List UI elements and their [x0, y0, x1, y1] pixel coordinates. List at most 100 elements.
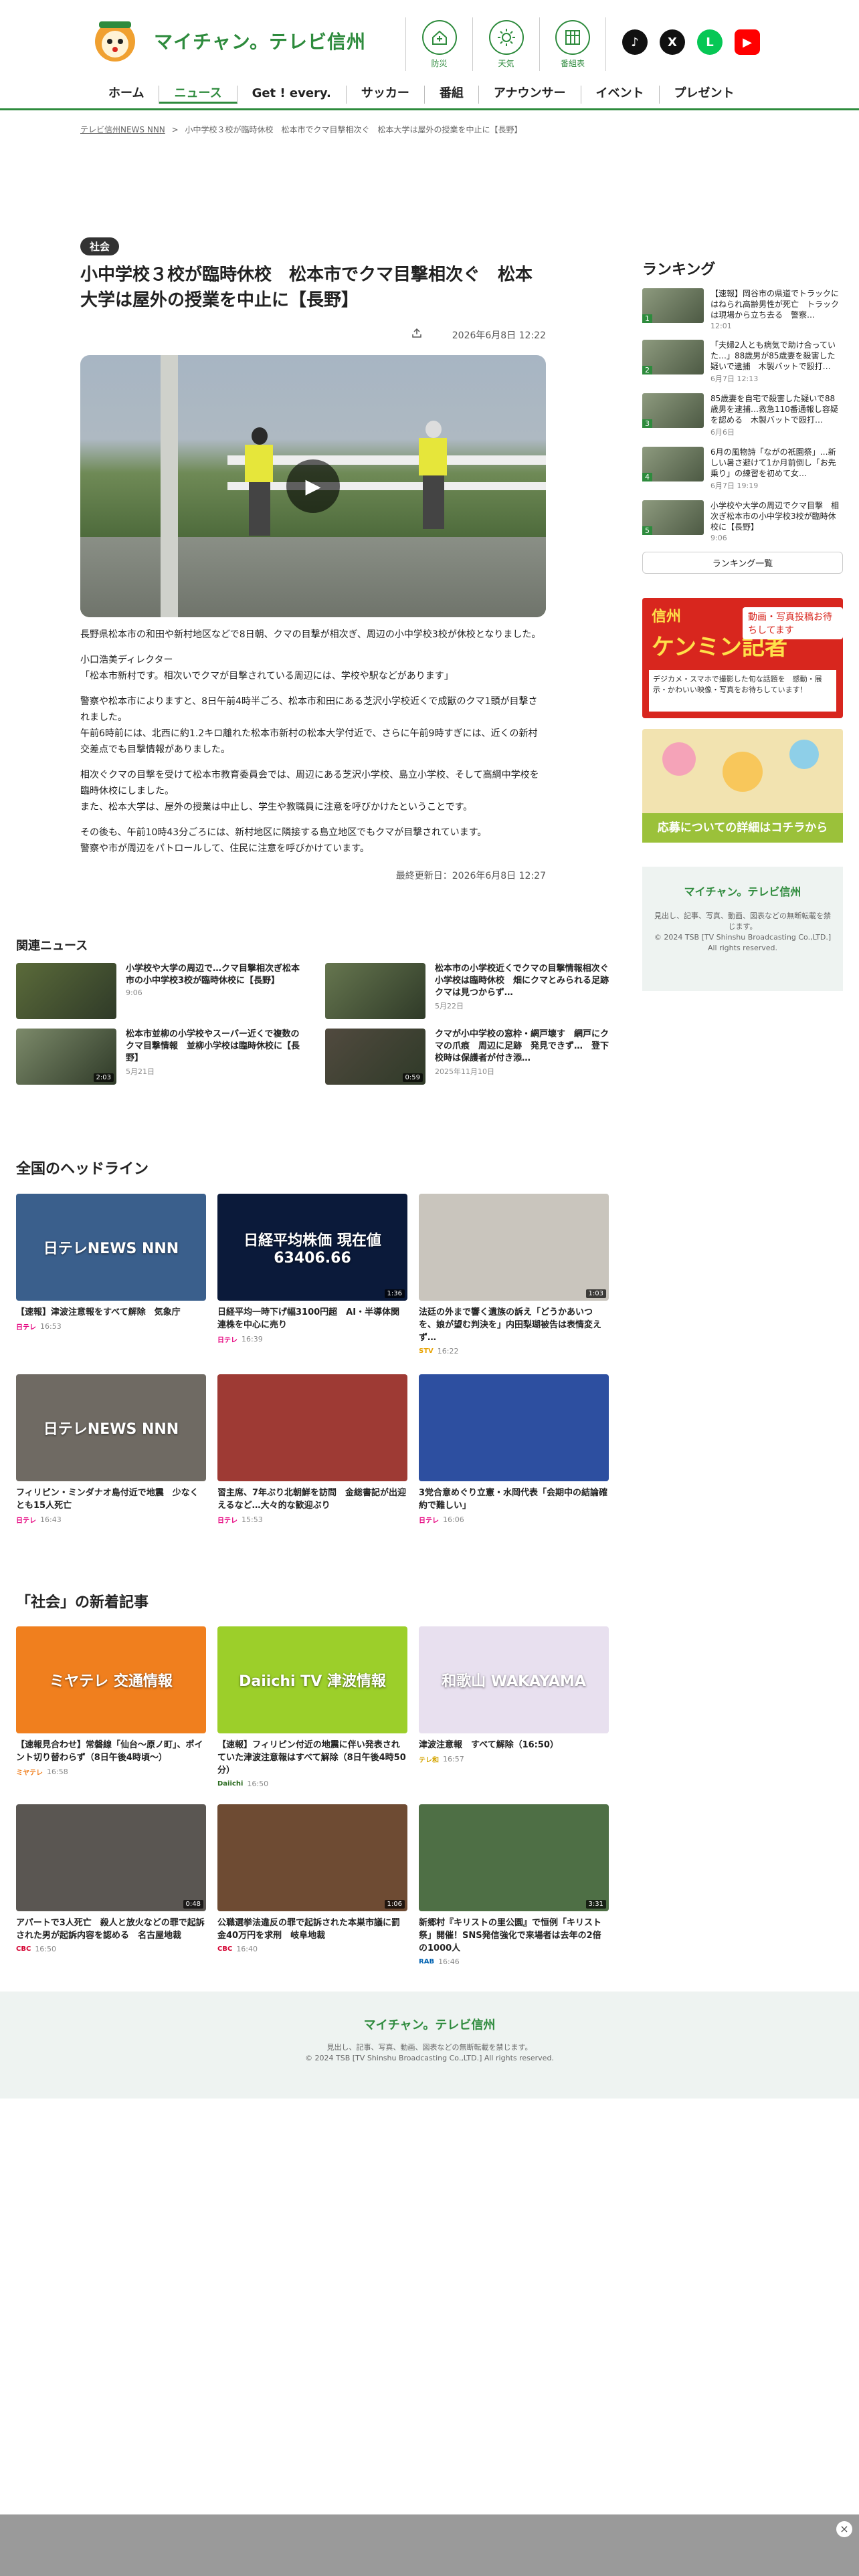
news-card[interactable]: Daiichi TV 津波情報 【速報】フィリピン付近の地震に伴い発表されていた津…	[217, 1626, 407, 1788]
nav-news[interactable]: ニュース	[159, 86, 237, 104]
ad1-line1: 信州	[652, 609, 682, 625]
news-card-title: 津波注意報 すべて解除（16:50）	[419, 1740, 559, 1750]
site-footer: マイチャン。テレビ信州 見出し、記事、写真、動画、図表などの無断転載を禁じます。…	[0, 1992, 859, 2099]
video-player[interactable]: ▶	[80, 355, 546, 617]
bousai-label: 防災	[431, 58, 448, 68]
source-logo: 日テレ	[16, 1517, 36, 1525]
nav-event[interactable]: イベント	[581, 86, 660, 104]
ranking-item[interactable]: 2 「夫婦2人とも病気で助け合っていた…」88歳男が85歳妻を殺害した疑いで逮捕 …	[642, 340, 843, 384]
nav-get-every[interactable]: Get ! every.	[237, 86, 347, 104]
related-date: 9:06	[126, 988, 142, 997]
share-icon[interactable]	[411, 328, 422, 341]
news-card-title: 公職選挙法違反の罪で起訴された本巣市議に罰金40万円を求刑 岐阜地裁	[217, 1918, 401, 1941]
news-card[interactable]: ミヤテレ 交通情報 【速報見合わせ】常磐線「仙台～原ノ町」、ポイント切り替わらず（…	[16, 1626, 206, 1788]
news-card-meta: CBC 16:40	[217, 1945, 407, 1953]
source-logo: テレ和	[419, 1757, 439, 1764]
nav-present[interactable]: プレゼント	[660, 86, 749, 104]
site-logo[interactable]: マイチャン。テレビ信州	[86, 17, 366, 64]
news-card[interactable]: 1:06 公職選挙法違反の罪で起訴された本巣市議に罰金40万円を求刑 岐阜地裁 CB…	[217, 1804, 407, 1966]
weather-link[interactable]: 天気	[472, 17, 539, 71]
news-card-thumb: 1:03	[419, 1194, 609, 1301]
sun-icon	[488, 19, 524, 55]
related-date: 2025年11月10日	[435, 1067, 494, 1076]
related-item[interactable]: 松本市の小学校近くでクマの目撃情報相次ぐ 小学校は臨時休校 畑にクマとみられる足…	[325, 963, 618, 1019]
news-card[interactable]: 日経平均株価 現在値 63406.66 1:36 日経平均一時下げ幅3100円超 A…	[217, 1194, 407, 1356]
line-icon[interactable]: L	[697, 29, 723, 55]
nav-home[interactable]: ホーム	[94, 86, 160, 104]
ranking-title: 小学校や大学の周辺でクマ目撃 相次ぎ松本市の小中学校3校が臨時休校に【長野】	[710, 501, 840, 532]
bousai-link[interactable]: 防災	[405, 17, 472, 71]
ranking-title: 6月の風物詩「ながの祇園祭」…新しい暑さ避けて1か月前倒し「お先乗り」の練習を初…	[710, 447, 836, 478]
nav-programs[interactable]: 番組	[425, 86, 479, 104]
source-logo: STV	[419, 1348, 434, 1355]
news-card-time: 16:58	[47, 1767, 68, 1776]
news-card[interactable]: 0:48 アパートで3人死亡 殺人と放火などの罪で起訴された男が起訴内容を認める …	[16, 1804, 206, 1966]
news-card-meta: 日テレ 16:53	[16, 1321, 206, 1331]
news-card-thumb: 1:06	[217, 1804, 407, 1911]
related-item[interactable]: 2:03 松本市並柳の小学校やスーパー近くで複数のクマ目撃情報 並柳小学校は臨時休…	[16, 1029, 306, 1085]
related-title: 松本市並柳の小学校やスーパー近くで複数のクマ目撃情報 並柳小学校は臨時休校に【長…	[126, 1029, 300, 1063]
related-date: 5月21日	[126, 1067, 155, 1076]
tv-guide-link[interactable]: 番組表	[539, 17, 606, 71]
ranking-text: 6月の風物詩「ながの祇園祭」…新しい暑さ避けて1か月前倒し「お先乗り」の練習を初…	[710, 447, 843, 491]
ranking-text: 「夫婦2人とも病気で助け合っていた…」88歳男が85歳妻を殺害した疑いで逮捕 木…	[710, 340, 843, 384]
ranking-date: 6月6日	[710, 428, 735, 437]
ranking-number: 1	[642, 314, 652, 323]
thumb-overlay-text: 日経平均株価 現在値 63406.66	[244, 1232, 381, 1267]
breadcrumb-separator: >	[171, 125, 179, 134]
ranking-item[interactable]: 3 85歳妻を自宅で殺害した疑いで88歳男を逮捕…救急110番通報し容疑を認める …	[642, 393, 843, 437]
video-person-1	[241, 422, 277, 536]
source-logo: 日テレ	[217, 1517, 237, 1525]
news-card[interactable]: 1:03 法廷の外まで響く遺族の訴え「どうかあいつを、娘が望む判決を」内田梨瑚被告…	[419, 1194, 609, 1356]
national-grid: 日テレNEWS NNN 【速報】津波注意報をすべて解除 気象庁 日テレ 16:53 日経…	[16, 1194, 609, 1525]
ad2-deco	[723, 752, 763, 792]
youtube-icon[interactable]: ▶	[735, 29, 760, 55]
tiktok-icon[interactable]: ♪	[622, 29, 648, 55]
news-card[interactable]: 和歌山 WAKAYAMA 津波注意報 すべて解除（16:50） テレ和 16:57	[419, 1626, 609, 1788]
category-badge[interactable]: 社会	[80, 237, 120, 255]
footer-logo[interactable]: マイチャン。テレビ信州	[0, 2016, 859, 2033]
news-card-meta: 日テレ 15:53	[217, 1515, 407, 1525]
breadcrumb: テレビ信州NEWS NNN > 小中学校３校が臨時休校 松本市でクマ目撃相次ぐ …	[80, 124, 522, 135]
news-card-thumb	[419, 1374, 609, 1481]
nav-soccer[interactable]: サッカー	[347, 86, 425, 104]
breadcrumb-home[interactable]: テレビ信州NEWS NNN	[80, 125, 165, 134]
application-banner[interactable]: 応募についての詳細はコチラから	[642, 729, 843, 843]
video-pole	[161, 355, 178, 617]
mascot-icon	[95, 21, 135, 62]
news-card-title: 法廷の外まで響く遺族の訴え「どうかあいつを、娘が望む判決を」内田梨瑚被告は表情変…	[419, 1307, 602, 1343]
related-item[interactable]: 小学校や大学の周辺で…クマ目撃相次ぎ松本市の小中学校3校が臨時休校に【長野】 9:…	[16, 963, 306, 1019]
national-heading: 全国のヘッドライン	[16, 1161, 149, 1178]
related-title: 松本市の小学校近くでクマの目撃情報相次ぐ 小学校は臨時休校 畑にクマとみられる足…	[435, 964, 618, 998]
article-meta: 2026年6月8日 12:22	[80, 328, 546, 342]
news-card[interactable]: 3:31 新郷村『キリストの里公園』で恒例「キリスト祭」開催！SNS発信強化で来場…	[419, 1804, 609, 1966]
news-card-time: 16:53	[40, 1322, 62, 1331]
related-text: クマが小中学校の窓枠・網戸壊す 網戸にクマの爪痕 周辺に足跡 発見できず… 登下…	[435, 1029, 615, 1085]
play-icon[interactable]: ▶	[286, 459, 340, 513]
related-item[interactable]: 0:59 クマが小中学校の窓枠・網戸壊す 網戸にクマの爪痕 周辺に足跡 発見できず…	[325, 1029, 615, 1085]
ranking-item[interactable]: 5 小学校や大学の周辺でクマ目撃 相次ぎ松本市の小中学校3校が臨時休校に【長野】 9…	[642, 500, 843, 542]
news-card-thumb: Daiichi TV 津波情報	[217, 1626, 407, 1733]
related-title: クマが小中学校の窓枠・網戸壊す 網戸にクマの爪痕 周辺に足跡 発見できず… 登下…	[435, 1029, 609, 1063]
ranking-item[interactable]: 1 【速報】岡谷市の県道でトラックにはねられ高齢男性が死亡 トラックは現場から立ち…	[642, 288, 843, 330]
ranking-item[interactable]: 4 6月の風物詩「ながの祇園祭」…新しい暑さ避けて1か月前倒し「お先乗り」の練習を…	[642, 447, 843, 491]
news-card[interactable]: 習主席、7年ぶり北朝鮮を訪問 金総書記が出迎えるなど…大々的な歓迎ぶり 日テレ 15…	[217, 1374, 407, 1525]
sns-links: ♪ X L ▶	[622, 29, 760, 55]
video-duration: 0:48	[183, 1900, 203, 1909]
related-thumb: 0:59	[325, 1029, 425, 1085]
ranking-more-button[interactable]: ランキング一覧	[642, 552, 843, 574]
logo-text: マイチャン。テレビ信州	[154, 31, 367, 53]
x-icon[interactable]: X	[660, 29, 685, 55]
breadcrumb-current: 小中学校３校が臨時休校 松本市でクマ目撃相次ぐ 松本大学は屋外の授業を中止に【長…	[185, 125, 522, 134]
ranking-title: 「夫婦2人とも病気で助け合っていた…」88歳男が85歳妻を殺害した疑いで逮捕 木…	[710, 340, 836, 371]
news-card-time: 16:46	[438, 1957, 460, 1966]
nav-announcer[interactable]: アナウンサー	[479, 86, 581, 104]
news-card[interactable]: 3党合意めぐり立憲・水岡代表「会期中の結論確約で難しい」 日テレ 16:06	[419, 1374, 609, 1525]
close-icon[interactable]: ×	[836, 2521, 852, 2537]
article-paragraph: 長野県松本市の和田や新村地区などで8日朝、クマの目撃が相次ぎ、周辺の小中学校3校…	[80, 629, 541, 640]
kenmin-kisha-banner[interactable]: 信州 ケンミン記者 動画・写真投稿お待ちしてます デジカメ・スマホで撮影した旬な…	[642, 598, 843, 718]
news-card[interactable]: 日テレNEWS NNN フィリピン・ミンダナオ島付近で地震 少なくとも15人死亡日…	[16, 1374, 206, 1525]
related-title: 小学校や大学の周辺で…クマ目撃相次ぎ松本市の小中学校3校が臨時休校に【長野】	[126, 964, 300, 986]
news-card[interactable]: 日テレNEWS NNN 【速報】津波注意報をすべて解除 気象庁 日テレ 16:53	[16, 1194, 206, 1356]
ranking-date: 6月7日 19:19	[710, 481, 759, 490]
